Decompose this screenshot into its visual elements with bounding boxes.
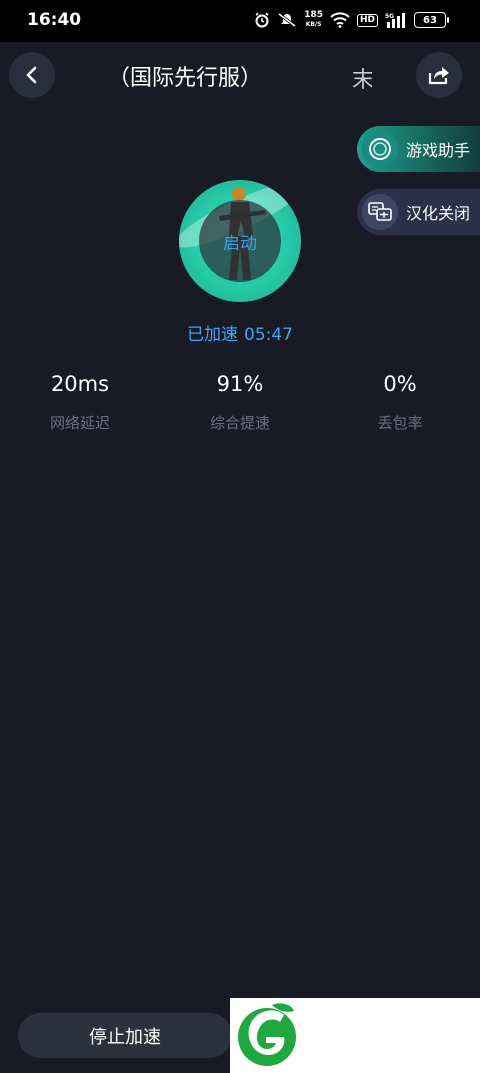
translate-toggle-button[interactable]: 汉化关闭 <box>357 189 480 235</box>
net-speed-value: 185 <box>304 10 323 20</box>
stat-latency-value: 20ms <box>50 372 110 396</box>
battery-icon: 63 <box>414 12 449 28</box>
net-speed-unit: KB/S <box>305 21 322 28</box>
game-assistant-label: 游戏助手 <box>406 141 471 160</box>
mute-icon <box>278 12 297 28</box>
hd-icon: HD <box>356 13 378 27</box>
stat-latency: 20ms 网络延迟 <box>0 370 160 433</box>
start-label: 启动 <box>223 233 257 254</box>
chevron-left-icon <box>26 66 37 84</box>
assistant-icon <box>362 131 398 167</box>
net-speed: 185 KB/S <box>304 11 323 29</box>
status-time: 16:40 <box>27 10 82 30</box>
back-button[interactable] <box>9 52 55 98</box>
signal-icon: 5G <box>385 13 405 28</box>
acceleration-elapsed-time: 05:47 <box>244 325 293 345</box>
share-icon <box>428 67 449 85</box>
stat-packet-loss-label: 丢包率 <box>377 414 423 432</box>
game-assistant-button[interactable]: 游戏助手 <box>357 126 480 172</box>
stat-packet-loss: 0% 丢包率 <box>320 370 480 433</box>
stat-speedup-label: 综合提速 <box>209 414 270 432</box>
game-icon[interactable]: 启动 <box>179 180 301 302</box>
stat-packet-loss-value: 0% <box>383 372 417 396</box>
share-button[interactable] <box>416 52 462 98</box>
stat-speedup: 91% 综合提速 <box>160 370 320 433</box>
stat-speedup-value: 91% <box>216 372 264 396</box>
stop-acceleration-label: 停止加速 <box>89 1026 161 1048</box>
battery-level: 63 <box>423 14 437 26</box>
alarm-icon <box>255 12 269 28</box>
signal-label: 5G <box>385 13 394 20</box>
stop-acceleration-button[interactable]: 停止加速 <box>18 1013 232 1058</box>
translate-icon <box>362 194 398 230</box>
translate-toggle-label: 汉化关闭 <box>406 204 471 223</box>
page-title-truncated: 末 <box>352 68 372 93</box>
acceleration-status-label: 已加速 <box>187 325 238 345</box>
leaf-logo <box>238 1003 296 1066</box>
wifi-icon <box>330 12 350 28</box>
stat-latency-label: 网络延迟 <box>49 414 110 432</box>
acceleration-status: 已加速 05:47 <box>0 320 480 345</box>
start-button[interactable]: 启动 <box>199 200 281 282</box>
watermark-logo <box>230 998 480 1073</box>
page-title: （国际先行服） <box>108 66 263 91</box>
status-bar: 16:40 185 KB/S HD 5G 63 <box>0 0 480 42</box>
status-icons: 185 KB/S HD 5G 63 <box>254 10 449 30</box>
